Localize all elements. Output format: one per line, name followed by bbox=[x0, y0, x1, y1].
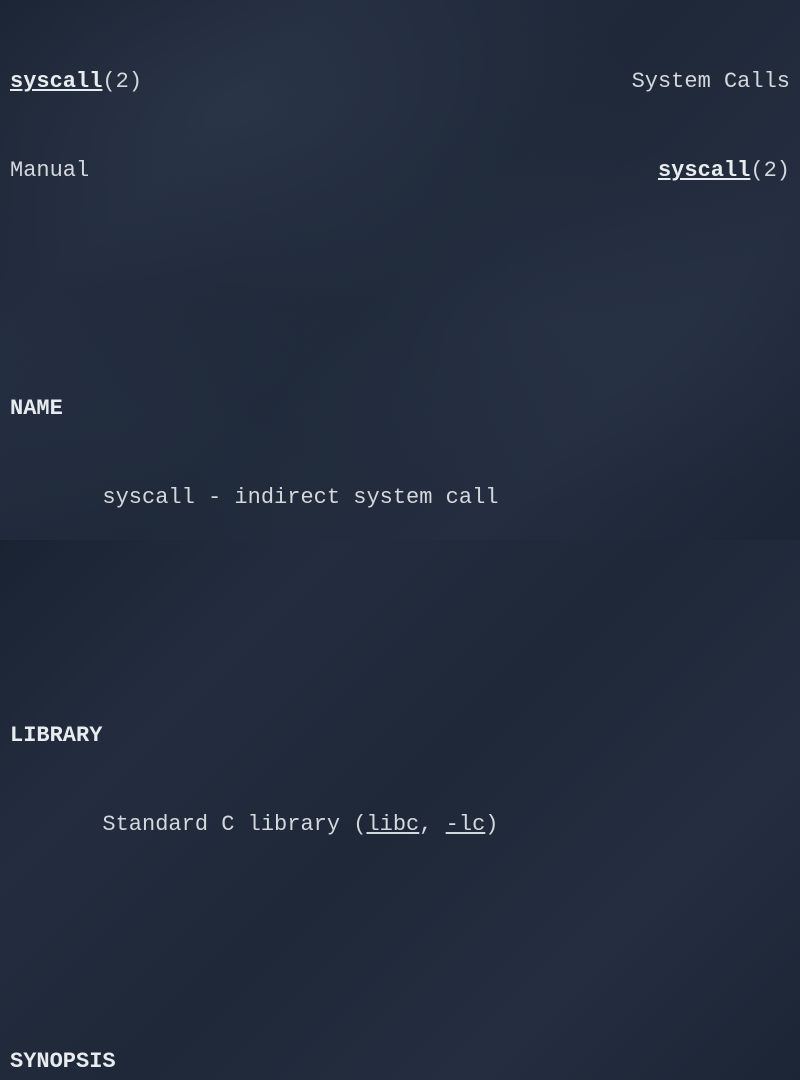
section-heading-library: LIBRARY bbox=[10, 721, 790, 751]
man-header-right-top: System Calls bbox=[632, 67, 790, 97]
blank-line bbox=[10, 602, 790, 632]
blank-line bbox=[10, 275, 790, 305]
library-link-libc: libc bbox=[366, 812, 419, 837]
man-header-row2: Manual syscall(2) bbox=[10, 156, 790, 186]
man-header-manual-label: Manual bbox=[10, 156, 89, 186]
library-sep: , bbox=[419, 812, 445, 837]
man-header-right-bottom: syscall(2) bbox=[658, 156, 790, 186]
header-section-right: (2) bbox=[750, 158, 790, 183]
library-link-lc: -lc bbox=[446, 812, 486, 837]
library-line: Standard C library (libc, -lc) bbox=[10, 810, 790, 840]
man-header-left: syscall(2) bbox=[10, 67, 142, 97]
name-text: syscall - indirect system call bbox=[10, 483, 790, 513]
man-page-content: syscall(2) System Calls Manual syscall(2… bbox=[10, 8, 790, 1080]
section-heading-synopsis: SYNOPSIS bbox=[10, 1047, 790, 1077]
section-heading-name: NAME bbox=[10, 394, 790, 424]
header-section-left: (2) bbox=[102, 69, 142, 94]
blank-line bbox=[10, 928, 790, 958]
man-header-row1: syscall(2) System Calls bbox=[10, 67, 790, 97]
library-prefix: Standard C library ( bbox=[102, 812, 366, 837]
header-name-right: syscall bbox=[658, 158, 750, 183]
library-suffix: ) bbox=[485, 812, 498, 837]
header-name-left: syscall bbox=[10, 69, 102, 94]
